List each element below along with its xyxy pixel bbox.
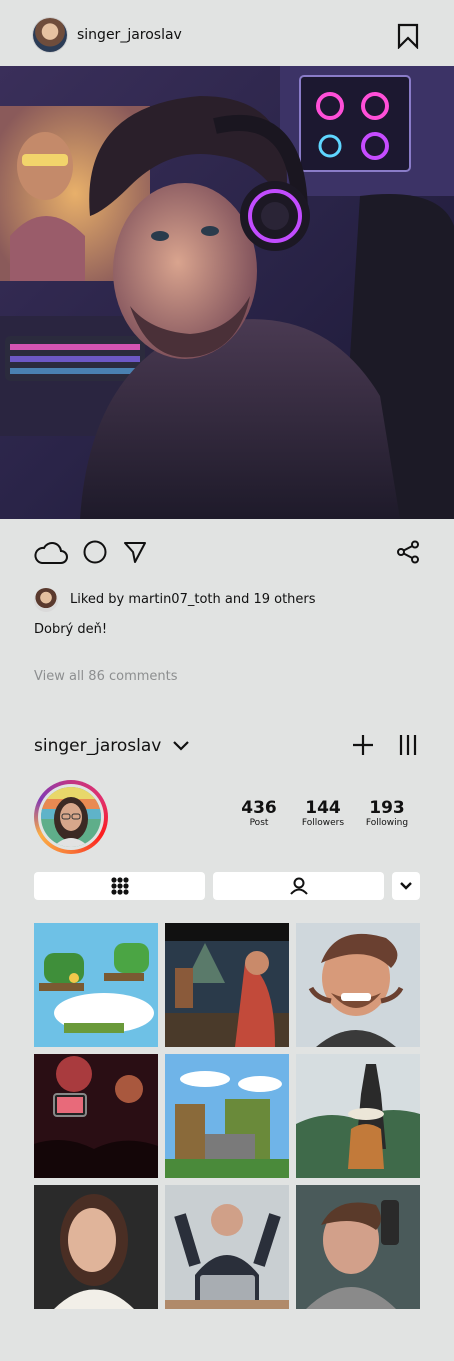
grid-item-excited-businessman[interactable] <box>165 1185 289 1309</box>
grid-item-concert-crowd[interactable] <box>34 1054 158 1178</box>
stat-following-label: Following <box>365 818 409 828</box>
grid-item-pixel-castle-game[interactable] <box>165 1054 289 1178</box>
post-header: singer_jaroslav <box>0 0 454 66</box>
tab-grid[interactable] <box>34 872 205 900</box>
liker-avatar[interactable] <box>34 588 58 612</box>
view-comments-link[interactable]: View all 86 comments <box>34 669 178 684</box>
menu-icon[interactable] <box>398 734 418 756</box>
grid-item-caricature-man[interactable] <box>296 923 420 1047</box>
circle-icon[interactable] <box>83 540 107 564</box>
grid-item-woman-selfie[interactable] <box>34 1185 158 1309</box>
grid-item-platformer-game[interactable] <box>34 923 158 1047</box>
tab-more[interactable] <box>392 872 420 900</box>
post-author-avatar[interactable] <box>33 18 67 52</box>
share-icon[interactable] <box>396 540 420 564</box>
chevron-down-icon[interactable] <box>172 738 190 754</box>
post-image[interactable] <box>0 66 454 519</box>
stat-following[interactable]: 193 Following <box>347 798 427 828</box>
likes-text[interactable]: Liked by martin07_toth and 19 others <box>70 592 316 607</box>
send-icon[interactable] <box>123 540 147 564</box>
profile-avatar[interactable] <box>41 787 101 847</box>
stat-following-value: 193 <box>369 798 405 818</box>
grid-item-young-man-portrait[interactable] <box>296 1185 420 1309</box>
bookmark-icon[interactable] <box>396 23 420 49</box>
grid-item-woman-at-temple[interactable] <box>296 1054 420 1178</box>
tab-tagged[interactable] <box>213 872 384 900</box>
person-icon <box>289 877 308 895</box>
chevron-down-icon <box>400 882 412 890</box>
profile-username[interactable]: singer_jaroslav <box>34 736 161 756</box>
post-author-username[interactable]: singer_jaroslav <box>77 27 182 43</box>
cloud-icon[interactable] <box>33 538 69 566</box>
post-caption: Dobrý deň! <box>34 622 108 637</box>
grid-item-fighting-game[interactable] <box>165 923 289 1047</box>
plus-icon[interactable] <box>352 734 374 756</box>
post-grid <box>34 923 420 1309</box>
grid-icon <box>110 877 129 895</box>
